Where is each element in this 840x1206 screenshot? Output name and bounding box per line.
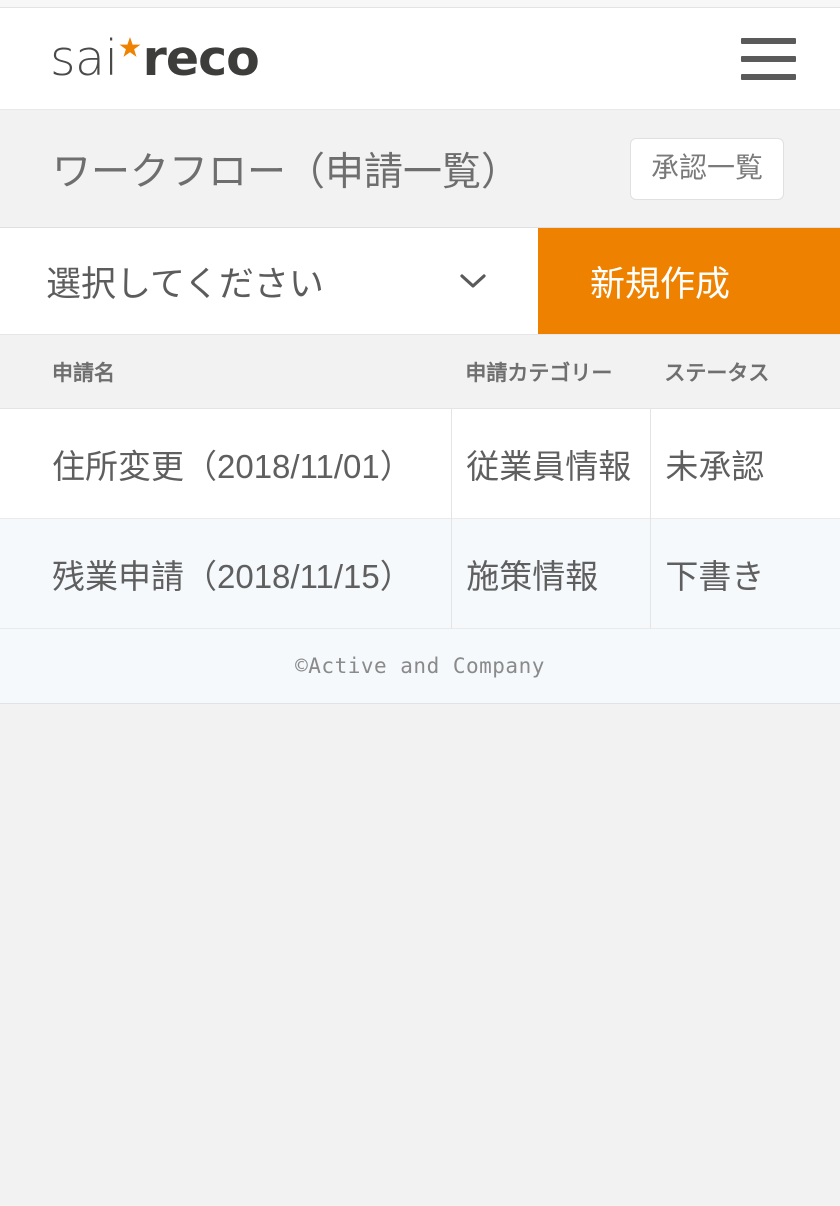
application-type-select[interactable]: 選択してください — [0, 228, 538, 334]
select-value-label: 選択してください — [46, 264, 324, 304]
approval-list-button[interactable]: 承認一覧 — [629, 137, 784, 200]
page-footer: ©Active and Company — [0, 629, 840, 704]
column-header-category: 申請カテゴリー — [465, 361, 613, 385]
table-row[interactable]: 住所変更（2018/11/01） 従業員情報 未承認 — [0, 408, 840, 519]
control-row: 選択してください 新規作成 — [0, 228, 840, 335]
table-header-row: 申請名 申請カテゴリー ステータス — [0, 335, 840, 409]
logo-text-reco: reco — [142, 30, 260, 87]
app-viewport: sai reco ワークフロー（申請一覧） 承認一覧 選択してください 新規作成… — [0, 0, 840, 1206]
orange-star-icon — [118, 36, 142, 70]
hamburger-bar-2 — [741, 55, 796, 62]
logo-text-sai: sai — [50, 30, 118, 87]
browser-top-strip — [0, 0, 840, 8]
table-row[interactable]: 残業申請（2018/11/15） 施策情報 下書き — [0, 518, 840, 629]
create-new-button[interactable]: 新規作成 — [538, 228, 840, 334]
cell-application-category: 従業員情報 — [451, 408, 650, 519]
column-header-status: ステータス — [664, 361, 770, 385]
page-title-bar: ワークフロー（申請一覧） 承認一覧 — [0, 110, 840, 228]
hamburger-bar-3 — [741, 73, 796, 80]
cell-application-name: 住所変更（2018/11/01） — [52, 447, 413, 485]
saireco-logo[interactable]: sai reco — [50, 30, 260, 87]
cell-application-status: 未承認 — [650, 408, 840, 519]
copyright-text: ©Active and Company — [295, 654, 545, 678]
page-title: ワークフロー（申請一覧） — [52, 150, 521, 194]
application-list-table: 申請名 申請カテゴリー ステータス 住所変更（2018/11/01） 従業員情報… — [0, 335, 840, 629]
chevron-down-icon — [460, 273, 486, 289]
column-header-name: 申請名 — [52, 361, 115, 385]
app-header: sai reco — [0, 8, 840, 110]
cell-application-category: 施策情報 — [451, 518, 650, 629]
cell-application-name: 残業申請（2018/11/15） — [52, 557, 413, 595]
cell-application-status: 下書き — [650, 518, 840, 629]
hamburger-bar-1 — [741, 37, 796, 44]
hamburger-menu-icon[interactable] — [741, 37, 796, 80]
